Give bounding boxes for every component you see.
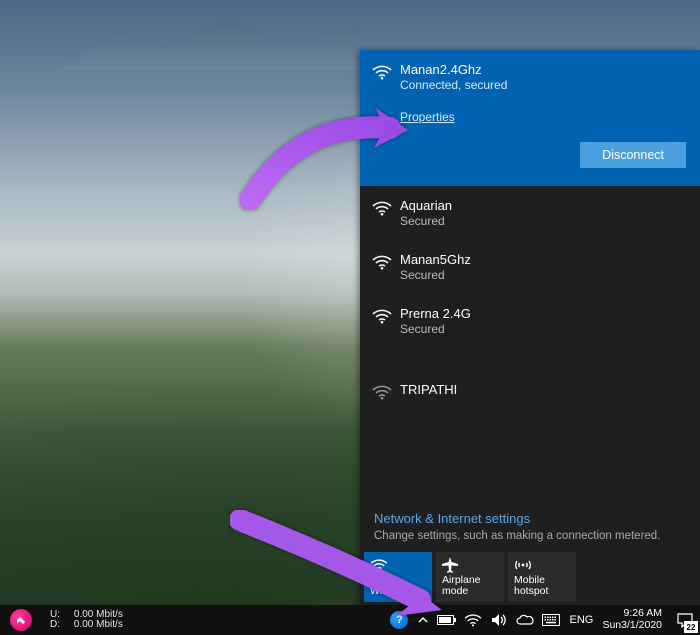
wifi-open-icon: [372, 382, 400, 400]
network-status: Secured: [400, 214, 686, 228]
network-ssid: Aquarian: [400, 198, 686, 213]
wifi-secured-icon: [372, 252, 400, 282]
quick-tiles: Wi-Fi Airplane mode Mobile hotspot: [360, 552, 700, 606]
wifi-tray-icon[interactable]: [460, 605, 486, 635]
tile-label: Wi-Fi: [370, 586, 426, 598]
wifi-secured-icon: [372, 198, 400, 228]
pinned-app-icon[interactable]: [6, 608, 36, 632]
keyboard-icon[interactable]: [538, 605, 564, 635]
clock-date: Sun3/1/2020: [602, 620, 662, 632]
battery-icon[interactable]: [434, 605, 460, 635]
tile-label: Airplane mode: [442, 575, 498, 598]
properties-link[interactable]: Properties: [400, 110, 455, 124]
network-status: Connected, secured: [400, 78, 686, 92]
help-icon[interactable]: ?: [386, 605, 412, 635]
onedrive-icon[interactable]: [512, 605, 538, 635]
wifi-icon: [372, 62, 400, 168]
wifi-secured-icon: [372, 306, 400, 336]
tray-overflow-chevron-icon[interactable]: [412, 605, 434, 635]
network-status: Secured: [400, 268, 686, 282]
tile-hotspot[interactable]: Mobile hotspot: [508, 552, 576, 602]
network-settings-desc: Change settings, such as making a connec…: [360, 530, 700, 552]
network-item[interactable]: TRIPATHI: [360, 376, 700, 406]
hotspot-icon: [514, 557, 570, 573]
action-center-badge: 22: [684, 621, 698, 633]
disconnect-button[interactable]: Disconnect: [580, 142, 686, 168]
action-center-icon[interactable]: 22: [670, 605, 700, 635]
network-ssid: TRIPATHI: [400, 382, 686, 397]
airplane-icon: [442, 557, 498, 573]
flyout-footer: Network & Internet settings Change setti…: [360, 503, 700, 606]
network-settings-link[interactable]: Network & Internet settings: [360, 503, 700, 530]
ime-indicator[interactable]: ENG: [564, 605, 598, 635]
wifi-icon: [370, 557, 426, 573]
network-list: Manan2.4Ghz Connected, secured Propertie…: [360, 50, 700, 503]
network-item[interactable]: Prerna 2.4G Secured: [360, 294, 700, 348]
network-ssid: Manan2.4Ghz: [400, 62, 686, 77]
network-item-connected[interactable]: Manan2.4Ghz Connected, secured Propertie…: [360, 50, 700, 186]
network-item[interactable]: Aquarian Secured: [360, 186, 700, 240]
network-ssid: Manan5Ghz: [400, 252, 686, 267]
taskbar-clock[interactable]: 9:26 AM Sun3/1/2020: [598, 608, 670, 631]
tile-label: Mobile hotspot: [514, 575, 570, 598]
network-flyout: Manan2.4Ghz Connected, secured Propertie…: [360, 50, 700, 606]
tile-airplane[interactable]: Airplane mode: [436, 552, 504, 602]
tile-wifi[interactable]: Wi-Fi: [364, 552, 432, 602]
network-item[interactable]: Manan5Ghz Secured: [360, 240, 700, 294]
network-status: Secured: [400, 322, 686, 336]
network-ssid: Prerna 2.4G: [400, 306, 686, 321]
network-monitor: U: 0.00 Mbit/sD: 0.00 Mbit/s: [50, 610, 123, 631]
taskbar: U: 0.00 Mbit/sD: 0.00 Mbit/s ? ENG 9:26: [0, 605, 700, 635]
volume-icon[interactable]: [486, 605, 512, 635]
ime-label: ENG: [570, 614, 594, 626]
